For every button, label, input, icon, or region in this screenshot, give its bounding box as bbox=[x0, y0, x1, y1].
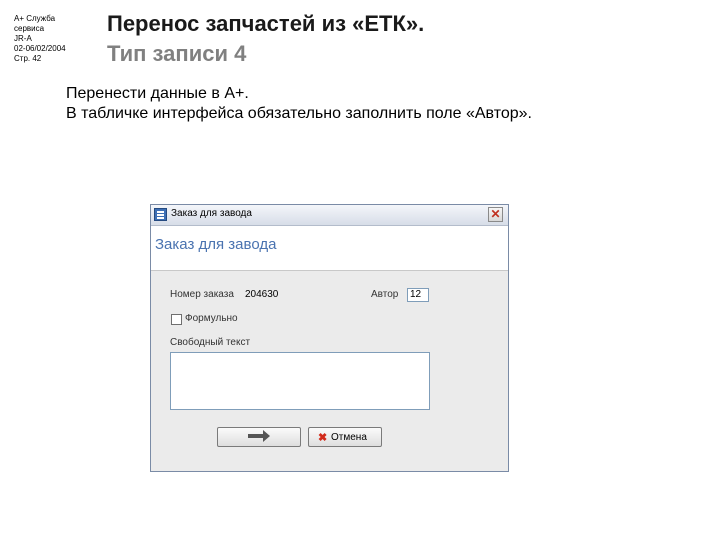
close-icon: ✕ bbox=[490, 207, 501, 221]
dialog-heading: Заказ для завода bbox=[155, 236, 277, 253]
meta-line: Стр. 42 bbox=[14, 54, 42, 63]
dialog-title: Заказ для завода bbox=[171, 208, 252, 219]
order-dialog: Заказ для завода ✕ Заказ для завода Номе… bbox=[150, 204, 509, 472]
meta-line: JR-A bbox=[14, 34, 32, 43]
formula-checkbox[interactable] bbox=[171, 314, 182, 325]
dialog-titlebar[interactable]: Заказ для завода ✕ bbox=[151, 205, 508, 226]
cancel-icon: ✖ bbox=[318, 432, 328, 444]
cancel-button[interactable]: ✖ Отмена bbox=[308, 427, 382, 447]
meta-line: сервиса bbox=[14, 24, 45, 33]
cancel-label: Отмена bbox=[331, 432, 367, 443]
author-label: Автор bbox=[371, 289, 399, 300]
close-button[interactable]: ✕ bbox=[488, 207, 503, 222]
formula-checkbox-label: Формульно bbox=[185, 313, 238, 324]
dialog-header: Заказ для завода bbox=[151, 226, 508, 271]
meta-line: A+ Служба bbox=[14, 14, 56, 23]
author-input[interactable]: 12 bbox=[407, 288, 429, 302]
slide-meta: A+ Служба сервиса JR-A 02-06/02/2004 Стр… bbox=[14, 14, 66, 64]
order-form: Номер заказа 204630 Автор 12 Формульно С… bbox=[151, 271, 508, 474]
next-button[interactable] bbox=[217, 427, 301, 447]
app-icon bbox=[154, 208, 167, 221]
slide-subtitle: Тип записи 4 bbox=[107, 41, 247, 66]
order-number-label: Номер заказа bbox=[170, 289, 234, 300]
slide-title: Перенос запчастей из «ЕТК». bbox=[107, 11, 425, 36]
body-line: Перенести данные в A+. bbox=[66, 85, 249, 102]
meta-line: 02-06/02/2004 bbox=[14, 44, 66, 53]
slide-body: Перенести данные в A+. В табличке интерф… bbox=[66, 84, 532, 124]
body-line: В табличке интерфейса обязательно заполн… bbox=[66, 105, 532, 122]
free-text-label: Свободный текст bbox=[170, 337, 251, 348]
order-number-value: 204630 bbox=[245, 289, 279, 300]
arrow-right-icon bbox=[248, 430, 270, 442]
free-text-area[interactable] bbox=[170, 352, 430, 410]
